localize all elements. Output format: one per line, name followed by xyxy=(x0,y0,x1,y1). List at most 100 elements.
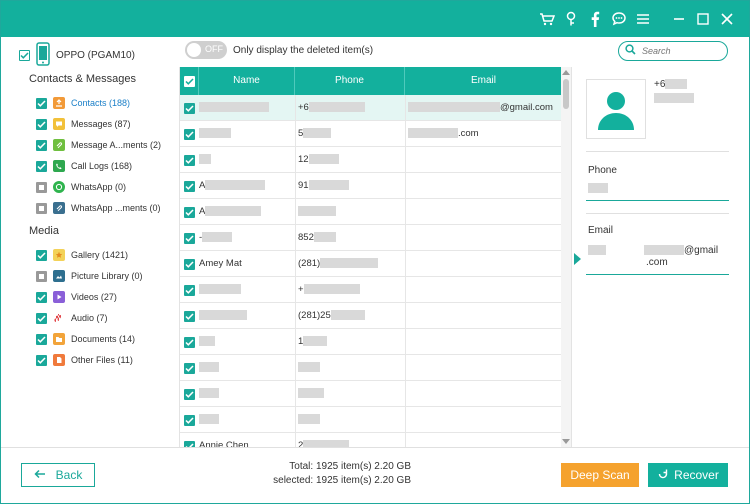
scroll-down-arrow[interactable] xyxy=(562,439,570,444)
row-checkbox[interactable] xyxy=(184,284,195,296)
phone-text: (281) xyxy=(298,258,321,269)
checkbox[interactable] xyxy=(36,97,47,109)
device-checkbox[interactable] xyxy=(19,49,30,61)
select-all-checkbox[interactable] xyxy=(183,75,195,87)
row-checkbox[interactable] xyxy=(184,232,195,244)
cell-email: @gmail.com xyxy=(405,95,561,121)
row-checkbox[interactable] xyxy=(184,102,195,114)
checkbox-partial[interactable] xyxy=(36,181,47,193)
category-messages[interactable]: Messages (87) xyxy=(36,116,131,132)
checkbox[interactable] xyxy=(36,312,47,324)
category-label: Call Logs (168) xyxy=(71,161,133,171)
table-row[interactable]: 1 xyxy=(180,329,561,355)
table-scrollbar[interactable] xyxy=(561,67,571,447)
app-window: OPPO (PGAM10) Contacts & Messages Contac… xyxy=(0,0,750,504)
table-row[interactable]: +6 @gmail.com xyxy=(180,95,561,121)
table-row[interactable]: A xyxy=(180,199,561,225)
column-header-phone[interactable]: Phone xyxy=(295,67,405,95)
deleted-only-toggle[interactable]: OFF xyxy=(185,41,227,59)
checkbox[interactable] xyxy=(36,160,47,172)
column-header-email[interactable]: Email xyxy=(405,67,561,95)
whatsapp-icon xyxy=(53,181,65,193)
checkbox-partial[interactable] xyxy=(36,270,47,282)
category-gallery[interactable]: Gallery (1421) xyxy=(36,247,128,263)
cell-email xyxy=(405,407,561,433)
category-whatsapp[interactable]: WhatsApp (0) xyxy=(36,179,126,195)
category-whatsapp-attachments[interactable]: WhatsApp ...ments (0) xyxy=(36,200,161,216)
detail-phone-top-text: +6 xyxy=(654,79,666,90)
table-row[interactable]: Amey Mat (281) xyxy=(180,251,561,277)
contact-detail-panel: +6 Phone Email @gmail .com xyxy=(571,67,749,447)
table-row[interactable]: Annie Chen 2 xyxy=(180,433,561,447)
row-checkbox[interactable] xyxy=(184,414,195,426)
category-other-files[interactable]: Other Files (11) xyxy=(36,352,133,368)
menu-icon[interactable] xyxy=(633,9,653,29)
device-row[interactable]: OPPO (PGAM10) xyxy=(19,41,135,67)
category-label: Gallery (1421) xyxy=(71,250,129,260)
category-contacts[interactable]: Contacts (188) xyxy=(36,95,130,111)
table-row[interactable]: (281)25 xyxy=(180,303,561,329)
scroll-thumb[interactable] xyxy=(563,79,569,109)
column-header-name[interactable]: Name xyxy=(199,67,295,95)
row-checkbox[interactable] xyxy=(184,180,195,192)
checkbox[interactable] xyxy=(36,333,47,345)
deep-scan-button[interactable]: Deep Scan xyxy=(561,463,639,487)
category-picture-library[interactable]: Picture Library (0) xyxy=(36,268,143,284)
search-box[interactable] xyxy=(618,41,728,61)
table-row[interactable]: + xyxy=(180,277,561,303)
email-text: .com xyxy=(458,128,479,139)
search-input[interactable] xyxy=(642,46,722,56)
row-checkbox[interactable] xyxy=(184,128,195,140)
checkbox[interactable] xyxy=(36,291,47,303)
category-call-logs[interactable]: Call Logs (168) xyxy=(36,158,132,174)
name-text: Annie Chen xyxy=(199,440,249,447)
category-audio[interactable]: Audio (7) xyxy=(36,310,108,326)
deleted-only-filter: OFF Only display the deleted item(s) xyxy=(185,41,373,59)
attachment-icon xyxy=(53,139,65,151)
category-documents[interactable]: Documents (14) xyxy=(36,331,135,347)
checkbox[interactable] xyxy=(36,249,47,261)
row-checkbox-cell xyxy=(184,225,196,251)
maximize-icon[interactable] xyxy=(693,9,713,29)
row-checkbox[interactable] xyxy=(184,362,195,374)
back-button[interactable]: Back xyxy=(21,463,95,487)
table-row[interactable]: 5 .com xyxy=(180,121,561,147)
row-checkbox[interactable] xyxy=(184,388,195,400)
checkbox-partial[interactable] xyxy=(36,202,47,214)
row-checkbox[interactable] xyxy=(184,206,195,218)
table-row[interactable] xyxy=(180,381,561,407)
row-checkbox[interactable] xyxy=(184,154,195,166)
divider xyxy=(586,213,729,214)
facebook-icon[interactable] xyxy=(585,9,605,29)
checkbox[interactable] xyxy=(36,354,47,366)
table-row[interactable] xyxy=(180,407,561,433)
minimize-icon[interactable] xyxy=(669,9,689,29)
cell-email xyxy=(405,433,561,447)
recover-button[interactable]: Recover xyxy=(648,463,728,487)
table-row[interactable]: 12 xyxy=(180,147,561,173)
checkbox[interactable] xyxy=(36,118,47,130)
table-row[interactable]: A 91 xyxy=(180,173,561,199)
expand-arrow-icon[interactable] xyxy=(574,253,581,265)
category-label: Picture Library (0) xyxy=(71,271,143,281)
cell-name xyxy=(199,147,295,173)
total-text: Total: 1925 item(s) 2.20 GB xyxy=(289,461,411,472)
checkbox[interactable] xyxy=(36,139,47,151)
table-row[interactable] xyxy=(180,355,561,381)
table-row[interactable]: -852 xyxy=(180,225,561,251)
email-label: Email xyxy=(588,225,614,236)
close-icon[interactable] xyxy=(717,9,737,29)
cart-icon[interactable] xyxy=(537,9,557,29)
back-arrow-icon xyxy=(34,468,46,482)
recover-icon xyxy=(657,468,669,483)
key-icon[interactable] xyxy=(561,9,581,29)
chat-icon[interactable] xyxy=(609,9,629,29)
scroll-up-arrow[interactable] xyxy=(562,70,570,75)
row-checkbox[interactable] xyxy=(184,258,195,270)
row-checkbox[interactable] xyxy=(184,336,195,348)
category-videos[interactable]: Videos (27) xyxy=(36,289,117,305)
row-checkbox[interactable] xyxy=(184,310,195,322)
row-checkbox-cell xyxy=(184,199,196,225)
category-message-attachments[interactable]: Message A...ments (2) xyxy=(36,137,161,153)
cell-email xyxy=(405,173,561,199)
